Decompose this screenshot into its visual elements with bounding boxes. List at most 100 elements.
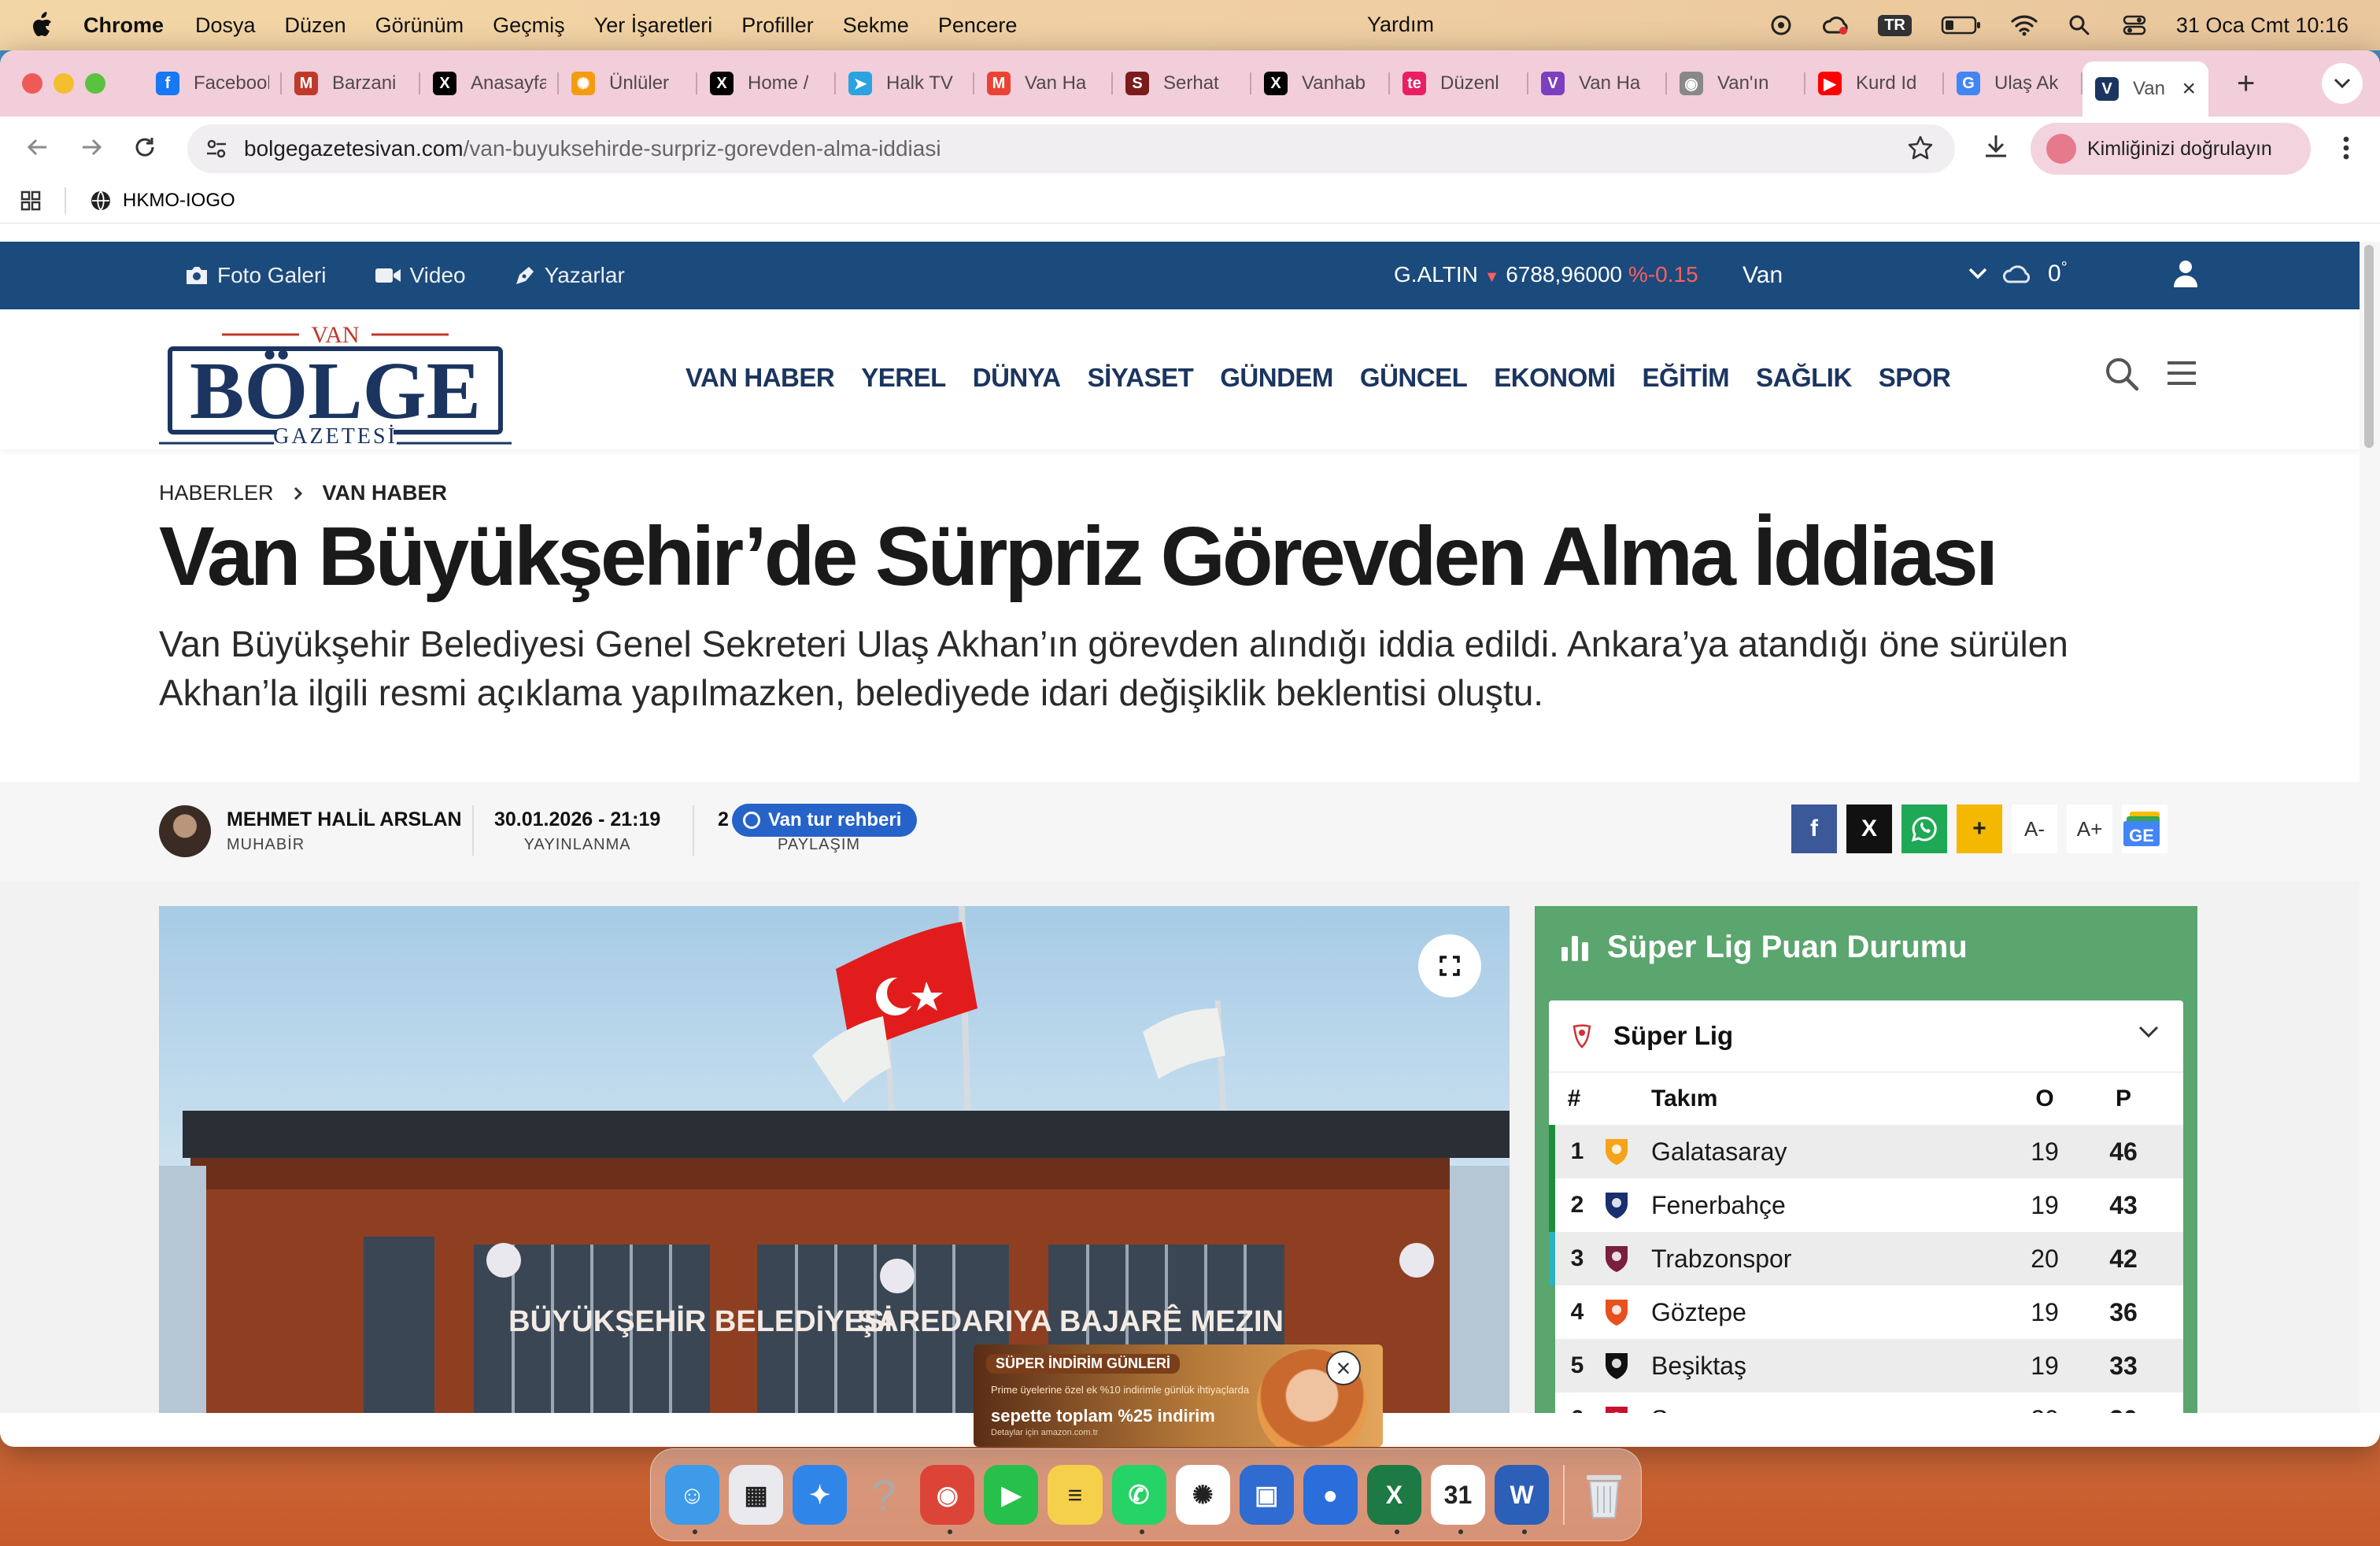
trash-icon[interactable] <box>1577 1465 1632 1525</box>
nav-dunya[interactable]: DÜNYA <box>973 363 1061 393</box>
browser-tab[interactable]: ▶ Kurd Id <box>1805 60 1944 107</box>
breadcrumb-van-haber[interactable]: VAN HABER <box>323 481 448 505</box>
van-bolge-gazetesi-logo[interactable]: VAN BÖLGE GAZETESİ <box>159 317 512 448</box>
browser-tab[interactable]: M Barzani <box>282 60 420 107</box>
browser-tab[interactable]: ➤ Halk TV <box>836 60 974 107</box>
download-icon[interactable] <box>1982 132 2010 161</box>
safari-icon[interactable]: ✦ <box>793 1465 848 1525</box>
browser-tab[interactable]: te Düzenl <box>1390 60 1528 107</box>
reload-button[interactable] <box>129 131 161 163</box>
close-window-button[interactable] <box>22 73 42 94</box>
word-icon[interactable]: W <box>1495 1465 1550 1534</box>
menubar-profiles[interactable]: Profiller <box>741 13 814 38</box>
video-link[interactable]: Video <box>374 263 466 288</box>
help-icon[interactable]: ? <box>856 1465 911 1525</box>
menubar-tab[interactable]: Sekme <box>843 13 909 38</box>
article-hero-image[interactable]: BÜYÜKŞEHİR BELEDİYESİ ŞAREDARIYA BAJARÊ … <box>159 906 1510 1413</box>
scrollbar-thumb[interactable] <box>2364 245 2374 448</box>
city-selector[interactable]: Van <box>1743 262 1783 289</box>
standings-row[interactable]: 6 Samsunspor2030 <box>1549 1393 2183 1413</box>
browser-tab[interactable]: M Van Ha <box>974 60 1113 107</box>
wifi-icon[interactable] <box>2011 12 2038 39</box>
spotlight-search-icon[interactable] <box>2066 12 2093 39</box>
minimize-window-button[interactable] <box>54 73 74 94</box>
finder-icon[interactable]: ☺ <box>665 1465 720 1534</box>
menubar-help[interactable]: Yardım <box>1367 13 1434 37</box>
font-decrease-button[interactable]: A- <box>2012 804 2057 853</box>
creative-cloud-icon[interactable] <box>1823 12 1850 39</box>
share-more-button[interactable]: + <box>1957 804 2002 853</box>
steps-icon[interactable]: ● <box>1303 1465 1358 1525</box>
advertisement-banner[interactable]: SÜPER İNDİRİM GÜNLERİ Prime üyelerine öz… <box>974 1344 1383 1447</box>
control-center-icon[interactable] <box>2121 12 2148 39</box>
nav-spor[interactable]: SPOR <box>1879 363 1951 393</box>
chrome-icon[interactable]: ◉ <box>920 1465 975 1534</box>
nav-egitim[interactable]: EĞİTİM <box>1642 363 1729 393</box>
browser-tab[interactable]: f Facebook <box>143 60 282 107</box>
standings-row[interactable]: 5 Beşiktaş 19 33 <box>1549 1339 2183 1393</box>
browser-tab[interactable]: G Ulaş Ak <box>1944 60 2082 107</box>
chatgpt-status-icon[interactable] <box>1768 12 1794 39</box>
standings-row[interactable]: 1 Galatasaray 19 46 <box>1549 1125 2183 1178</box>
standings-row[interactable]: 2 Fenerbahçe 19 43 <box>1549 1178 2183 1232</box>
page-scrollbar[interactable] <box>2360 242 2380 1413</box>
league-selector[interactable]: Süper Lig <box>1549 1000 2183 1073</box>
bookmark-hkmo[interactable]: HKMO-IOGO <box>123 190 235 212</box>
notes-icon[interactable]: ≡ <box>1048 1465 1103 1525</box>
user-icon[interactable] <box>2172 259 2199 289</box>
battery-icon[interactable] <box>1940 12 1983 39</box>
menubar-bookmarks[interactable]: Yer İşaretleri <box>594 13 713 38</box>
standings-row[interactable]: 3 Trabzonspor 20 42 <box>1549 1232 2183 1285</box>
address-bar[interactable]: bolgegazetesivan.com/van-buyuksehirde-su… <box>187 124 1955 173</box>
verify-identity-button[interactable]: Kimliğinizi doğrulayın <box>2031 123 2311 175</box>
browser-tab[interactable]: ✺ Ünlüler <box>559 60 697 107</box>
calendar-icon[interactable]: 31 <box>1430 1465 1486 1534</box>
breadcrumb-haberler[interactable]: HABERLER <box>159 481 274 505</box>
menubar-file[interactable]: Dosya <box>195 13 256 38</box>
chatgpt-icon[interactable]: ✺ <box>1175 1465 1230 1525</box>
nav-ekonomi[interactable]: EKONOMİ <box>1494 363 1616 393</box>
browser-tab[interactable]: V Van Ha <box>1528 60 1667 107</box>
excel-icon[interactable]: X <box>1366 1465 1421 1534</box>
new-tab-button[interactable]: + <box>2237 66 2255 102</box>
back-button[interactable] <box>22 131 54 163</box>
facetime-icon[interactable]: ▶ <box>984 1465 1039 1525</box>
bookmark-star-icon[interactable] <box>1906 134 1935 162</box>
search-icon[interactable] <box>2105 357 2139 391</box>
site-info-icon[interactable] <box>205 137 228 161</box>
close-tab-icon[interactable]: × <box>2182 76 2196 102</box>
nav-van-haber[interactable]: VAN HABER <box>686 363 835 393</box>
input-language-badge[interactable]: TR <box>1878 14 1912 36</box>
browser-tab[interactable]: X Vanhab <box>1251 60 1390 107</box>
zoom-window-button[interactable] <box>85 73 105 94</box>
apple-logo-icon[interactable] <box>30 11 55 39</box>
nav-guncel[interactable]: GÜNCEL <box>1360 363 1468 393</box>
google-news-button[interactable]: GE <box>2122 804 2168 853</box>
browser-tab[interactable]: X Home / <box>697 60 836 107</box>
standings-row[interactable]: 4 Göztepe 19 36 <box>1549 1285 2183 1339</box>
menubar-window[interactable]: Pencere <box>938 13 1018 38</box>
photo-gallery-link[interactable]: Foto Galeri <box>184 263 327 288</box>
menubar-app-name[interactable]: Chrome <box>83 13 164 38</box>
hamburger-menu-icon[interactable] <box>2166 360 2197 386</box>
menubar-edit[interactable]: Düzen <box>285 13 346 38</box>
share-x-button[interactable]: X <box>1846 804 1892 853</box>
nav-siyaset[interactable]: SİYASET <box>1088 363 1194 393</box>
browser-tab[interactable]: S Serhat <box>1113 60 1251 107</box>
fullscreen-button[interactable] <box>1418 934 1481 997</box>
nav-gundem[interactable]: GÜNDEM <box>1220 363 1333 393</box>
tour-guide-button[interactable]: Van tur rehberi <box>732 804 918 837</box>
chevron-down-icon[interactable] <box>1968 266 1988 280</box>
authors-link[interactable]: Yazarlar <box>513 263 625 288</box>
browser-tab[interactable]: X Anasayfa <box>420 60 559 107</box>
nav-saglik[interactable]: SAĞLIK <box>1756 363 1852 393</box>
nav-yerel[interactable]: YEREL <box>861 363 946 393</box>
whatsapp-icon[interactable]: ✆ <box>1111 1465 1166 1534</box>
share-whatsapp-button[interactable] <box>1901 804 1947 853</box>
ad-close-button[interactable]: × <box>1326 1351 1361 1385</box>
author-block[interactable]: MEHMET HALİL ARSLAN MUHABİR <box>159 805 462 857</box>
forward-button[interactable] <box>76 131 107 163</box>
screen-sharing-icon[interactable]: ▣ <box>1239 1465 1294 1525</box>
tab-active[interactable]: V Van × <box>2082 61 2208 117</box>
apps-grid-icon[interactable] <box>20 190 41 211</box>
